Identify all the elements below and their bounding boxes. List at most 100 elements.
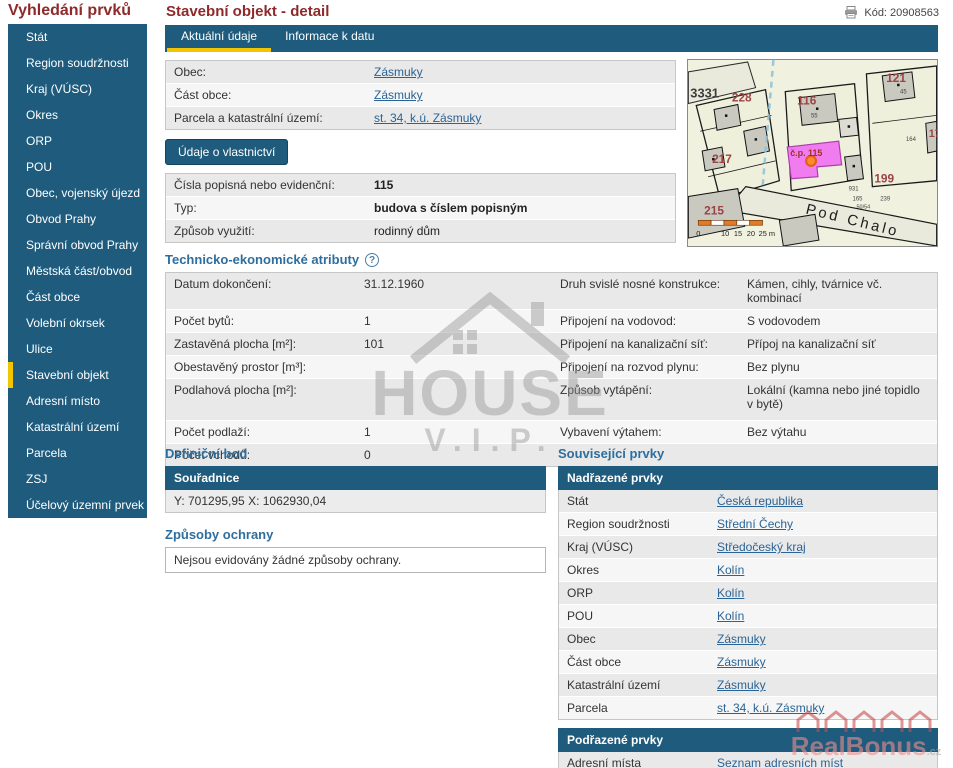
row-label: POU [567,609,717,623]
table-row: Katastrální území Zásmuky [559,674,937,697]
row-value: 115 [374,178,667,192]
table-row: Parcela st. 34, k.ú. Zásmuky [559,697,937,719]
obec-link[interactable]: Zásmuky [717,632,766,646]
sidebar-title: Vyhledání prvků [8,2,131,20]
row-label: Katastrální území [567,678,717,692]
row-label: Typ: [174,201,374,215]
related-elements-section: Související prvky Nadřazené prvky Stát Č… [558,446,938,768]
page-title: Stavební objekt - detail [166,3,329,20]
row-label: Stát [567,494,717,508]
table-row: Datum dokončení: 31.12.1960 Druh svislé … [166,273,937,310]
table-row: Okres Kolín [559,559,937,582]
sidebar-item-ulice[interactable]: Ulice [8,336,147,362]
katastralni-uzemi-link[interactable]: Zásmuky [717,678,766,692]
row-label: Druh svislé nosné konstrukce: [560,277,747,291]
row-value: Kámen, cihly, tvárnice vč. kombinací [747,277,929,305]
child-elements-table: Adresní místa Seznam adresních míst [558,752,938,768]
sidebar-item-obvod-prahy[interactable]: Obvod Prahy [8,206,147,232]
sidebar-item-spravni-obvod-prahy[interactable]: Správní obvod Prahy [8,232,147,258]
object-info-panel: Obec: Zásmuky Část obce: Zásmuky Parcela… [165,60,676,243]
adresni-mista-link[interactable]: Seznam adresních míst [717,756,843,768]
protection-text: Nejsou evidovány žádné způsoby ochrany. [165,547,546,573]
parent-elements-table: Stát Česká republika Region soudržnosti … [558,490,938,720]
stat-link[interactable]: Česká republika [717,494,803,508]
sidebar-menu: Stát Region soudržnosti Kraj (VÚSC) Okre… [8,24,147,518]
ownership-button[interactable]: Údaje o vlastnictví [165,139,288,165]
pou-link[interactable]: Kolín [717,609,744,623]
object-code-label: Kód: 20908563 [864,7,939,19]
sidebar-item-kraj-vusc[interactable]: Kraj (VÚSC) [8,76,147,102]
tech-table: Datum dokončení: 31.12.1960 Druh svislé … [165,272,938,467]
tab-bar: Aktuální údaje Informace k datu [165,25,938,52]
sidebar-item-region-soudrznosti[interactable]: Region soudržnosti [8,50,147,76]
sidebar-item-adresni-misto[interactable]: Adresní místo [8,388,147,414]
row-label: ORP [567,586,717,600]
sidebar-item-parcela[interactable]: Parcela [8,440,147,466]
map-label-5054: 50/54 [857,204,871,210]
sidebar-item-pou[interactable]: POU [8,154,147,180]
definition-point-section: Definiční bod Souřadnice Y: 701295,95 X:… [165,446,546,573]
region-link[interactable]: Střední Čechy [717,517,793,531]
cast-obce-link[interactable]: Zásmuky [374,88,423,102]
svg-text:25 m: 25 m [759,229,775,238]
cadastral-map[interactable]: 3331 228 217 215 116 121 199 17 č.p. 115… [687,59,938,247]
row-value: rodinný dům [374,224,667,238]
sidebar-item-zsj[interactable]: ZSJ [8,466,147,492]
sidebar-item-volebni-okrsek[interactable]: Volební okrsek [8,310,147,336]
printer-icon[interactable] [844,6,858,19]
parcela-link[interactable]: st. 34, k.ú. Zásmuky [374,111,481,125]
row-value: 101 [364,337,560,351]
map-label-215: 215 [704,203,724,217]
row-value: Přípoj na kanalizační síť [747,337,929,351]
tech-section-title: Technicko-ekonomické atributy [165,252,359,267]
okres-link[interactable]: Kolín [717,563,744,577]
coordinates-header: Souřadnice [165,466,546,490]
sidebar-item-stavebni-objekt[interactable]: Stavební objekt [8,362,147,388]
table-row: Typ: budova s číslem popisným [166,197,675,220]
sidebar-item-ucelovy-uzemni-prvek[interactable]: Účelový územní prvek [8,492,147,518]
sidebar-item-katastralni-uzemi[interactable]: Katastrální území [8,414,147,440]
svg-text:15: 15 [734,229,742,238]
table-row: Adresní místa Seznam adresních míst [559,752,937,768]
row-label: Parcela [567,701,717,715]
help-icon[interactable]: ? [365,253,379,267]
row-label: Zastavěná plocha [m²]: [174,337,364,351]
table-row: Obec Zásmuky [559,628,937,651]
map-label-cp115: č.p. 115 [790,148,822,158]
row-value: 1 [364,314,560,328]
object-code: Kód: 20908563 [844,6,939,19]
row-label: Vybavení výtahem: [560,425,747,439]
table-row: Způsob využití: rodinný dům [166,220,675,242]
row-label: Parcela a katastrální území: [174,111,374,125]
cast-obce-link[interactable]: Zásmuky [717,655,766,669]
kraj-link[interactable]: Středočeský kraj [717,540,806,554]
map-label-164: 164 [906,137,917,143]
sidebar-item-cast-obce[interactable]: Část obce [8,284,147,310]
sidebar-item-mestska-cast-obvod[interactable]: Městská část/obvod [8,258,147,284]
sidebar-item-okres[interactable]: Okres [8,102,147,128]
row-label: Datum dokončení: [174,277,364,291]
row-value: Lokální (kamna nebo jiné topidlo v bytě) [747,383,929,411]
tab-aktualni-udaje[interactable]: Aktuální údaje [167,25,271,52]
orp-link[interactable]: Kolín [717,586,744,600]
row-value: S vodovodem [747,314,929,328]
svg-text:10: 10 [721,229,729,238]
tab-informace-k-datu[interactable]: Informace k datu [271,25,388,52]
obec-link[interactable]: Zásmuky [374,65,423,79]
table-row: Čísla popisná nebo evidenční: 115 [166,174,675,197]
coordinates-value: Y: 701295,95 X: 1062930,04 [165,490,546,513]
sidebar-item-orp[interactable]: ORP [8,128,147,154]
row-value: 31.12.1960 [364,277,560,291]
row-label: Podlahová plocha [m²]: [174,383,364,397]
row-label: Připojení na vodovod: [560,314,747,328]
table-row: ORP Kolín [559,582,937,605]
child-elements-header: Podřazené prvky [558,728,938,752]
svg-text:20: 20 [747,229,755,238]
sidebar-item-obec-vojensky-ujezd[interactable]: Obec, vojenský újezd [8,180,147,206]
table-row: Obec: Zásmuky [166,61,675,84]
map-label-228: 228 [732,91,752,105]
map-label-55: 55 [811,113,818,119]
table-row: Počet bytů: 1 Připojení na vodovod: S vo… [166,310,937,333]
parcela-link[interactable]: st. 34, k.ú. Zásmuky [717,701,824,715]
sidebar-item-stat[interactable]: Stát [8,24,147,50]
